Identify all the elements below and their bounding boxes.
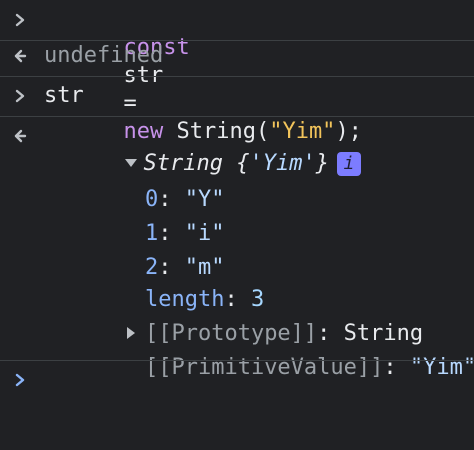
line-divider: [0, 360, 474, 361]
console-prompt-line[interactable]: [0, 366, 474, 450]
result-undefined: undefined: [44, 43, 164, 68]
console-panel: const str = new String("Yim"); undefined…: [0, 0, 474, 411]
chevron-right-icon: [15, 89, 25, 103]
chevron-right-icon: [15, 373, 25, 387]
line-divider: [0, 40, 474, 41]
input-str: str: [44, 83, 84, 108]
line-divider: [0, 116, 474, 117]
line-divider: [0, 76, 474, 77]
return-arrow-icon: [14, 129, 27, 143]
chevron-right-icon: [15, 13, 25, 27]
return-arrow-icon: [14, 49, 27, 63]
